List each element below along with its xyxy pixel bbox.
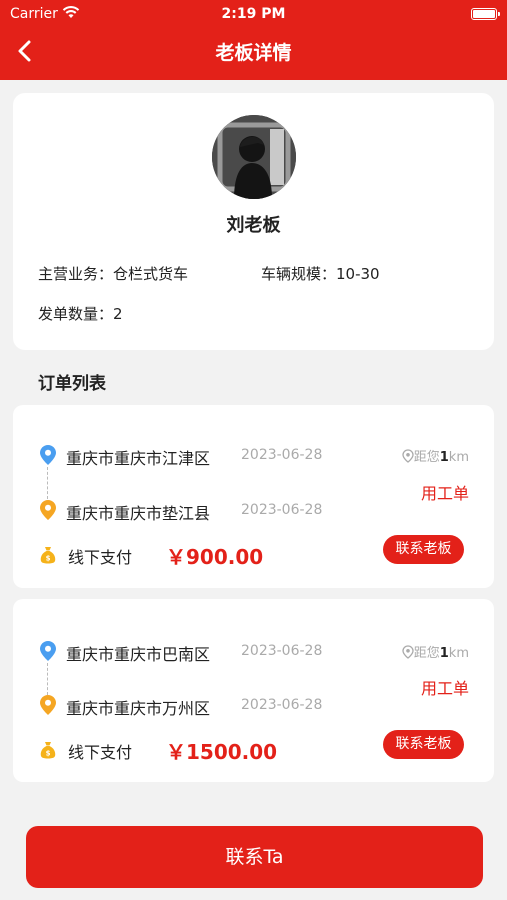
contact-boss-button[interactable]: 联系老板: [383, 730, 464, 759]
origin-pin-icon: [40, 445, 56, 465]
battery-icon: [471, 8, 500, 20]
order-price: ￥1500.00: [166, 740, 278, 764]
order-type: 用工单: [420, 484, 469, 503]
order-price: ￥900.00: [166, 545, 264, 569]
status-bar: Carrier 2:19 PM: [0, 6, 507, 24]
page-title: 老板详情: [215, 42, 292, 64]
origin-pin-icon: [40, 641, 56, 661]
distance-pin-icon: [402, 449, 414, 463]
origin-date: 2023-06-28: [241, 447, 323, 463]
origin-address: 重庆市重庆市巴南区: [66, 645, 211, 664]
distance-prefix: 距您: [413, 646, 440, 661]
fleet-scale-value: 10-30: [336, 265, 380, 283]
money-bag-icon: $: [40, 547, 56, 564]
order-list-title: 订单列表: [38, 374, 106, 394]
distance-pin-icon: [402, 645, 414, 659]
contact-ta-button[interactable]: 联系Ta: [26, 826, 483, 888]
distance-info: 距您1km: [402, 642, 469, 661]
svg-text:$: $: [46, 750, 51, 758]
order-card[interactable]: 重庆市重庆市江津区 2023-06-28 重庆市重庆市垫江县 2023-06-2…: [13, 405, 494, 588]
fleet-scale-label: 车辆规模：: [261, 265, 337, 283]
origin-date: 2023-06-28: [241, 643, 323, 659]
main-business-value: 仓栏式货车: [113, 265, 189, 283]
status-time: 2:19 PM: [221, 6, 286, 22]
main-business-info: 主营业务：仓栏式货车: [38, 263, 188, 284]
destination-address: 重庆市重庆市垫江县: [66, 504, 211, 523]
boss-name: 刘老板: [226, 215, 281, 236]
payment-type: 线下支付: [68, 743, 133, 762]
order-count-info: 发单数量：2: [38, 303, 123, 324]
boss-profile-card: 刘老板 主营业务：仓栏式货车 车辆规模：10-30 发单数量：2: [13, 93, 494, 350]
destination-date: 2023-06-28: [241, 697, 323, 713]
destination-pin-icon: [40, 695, 56, 715]
order-count-label: 发单数量：: [38, 305, 114, 323]
distance-unit: km: [448, 646, 469, 661]
distance-value: 1: [439, 646, 449, 661]
order-card[interactable]: 重庆市重庆市巴南区 2023-06-28 重庆市重庆市万州区 2023-06-2…: [13, 599, 494, 782]
origin-address: 重庆市重庆市江津区: [66, 449, 211, 468]
distance-prefix: 距您: [413, 450, 440, 465]
destination-pin-icon: [40, 500, 56, 520]
nav-bar: Carrier 2:19 PM 老板详情: [0, 0, 507, 80]
distance-unit: km: [448, 450, 469, 465]
order-count-value: 2: [113, 305, 123, 323]
contact-boss-button[interactable]: 联系老板: [383, 535, 464, 564]
distance-value: 1: [439, 450, 449, 465]
route-divider: [47, 663, 48, 695]
svg-text:$: $: [46, 555, 51, 563]
fleet-scale-info: 车辆规模：10-30: [261, 263, 380, 284]
payment-type: 线下支付: [68, 548, 133, 567]
route-divider: [47, 467, 48, 499]
avatar: [212, 115, 296, 199]
money-bag-icon: $: [40, 742, 56, 759]
destination-date: 2023-06-28: [241, 502, 323, 518]
destination-address: 重庆市重庆市万州区: [66, 699, 211, 718]
main-business-label: 主营业务：: [38, 265, 114, 283]
order-type: 用工单: [420, 679, 469, 698]
distance-info: 距您1km: [402, 446, 469, 465]
